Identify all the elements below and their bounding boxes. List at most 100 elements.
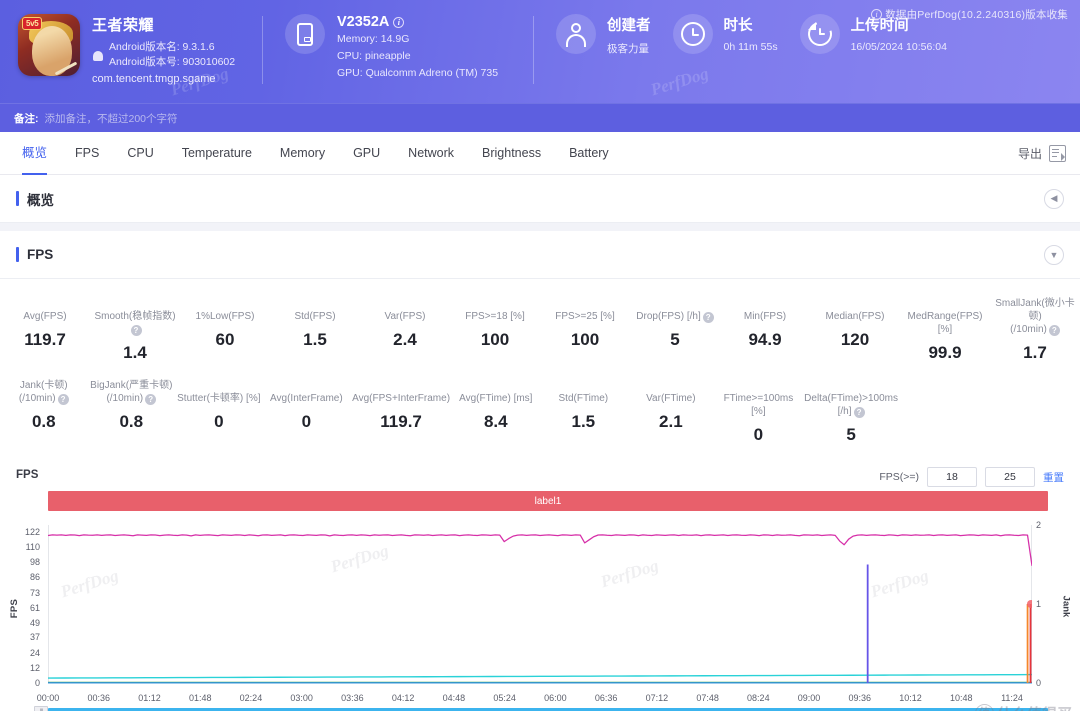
android-icon bbox=[92, 49, 104, 61]
metric-label: Avg(FPS) bbox=[23, 311, 67, 322]
metric-cell: Min(FPS) 94.9 bbox=[720, 291, 810, 373]
metric-label: FPS>=25 [%] bbox=[555, 311, 615, 322]
metric-label: Std(FTime) bbox=[558, 393, 609, 404]
fps-threshold-label: FPS(>=) bbox=[879, 471, 919, 483]
package-name: com.tencent.tmgp.sgame bbox=[92, 73, 216, 85]
duration-block: 时长 0h 11m 55s bbox=[651, 0, 778, 54]
collapse-overview-button[interactable]: ◀ bbox=[1044, 188, 1064, 209]
x-axis-ticks: 00:00 00:36 01:12 01:48 02:24 03:00 03:36 04:12… bbox=[37, 689, 1048, 705]
x-tick-label: 10:48 bbox=[949, 693, 973, 703]
export-button[interactable]: 导出 bbox=[1018, 132, 1066, 174]
upload-time-value: 16/05/2024 10:56:04 bbox=[850, 41, 947, 53]
tab-cpu[interactable]: CPU bbox=[113, 132, 167, 174]
fps-threshold-low-input[interactable] bbox=[927, 467, 977, 487]
fps-section-header: FPS ▼ bbox=[0, 231, 1080, 279]
help-icon[interactable]: ? bbox=[57, 394, 69, 405]
game-title: 王者荣耀 bbox=[92, 17, 155, 34]
reset-button[interactable]: 重置 bbox=[1043, 470, 1064, 485]
metric-label: BigJank(严重卡顿) (/10min)? bbox=[90, 380, 173, 405]
y-tick-label: 49 bbox=[29, 617, 40, 628]
scrollbar-grip[interactable]: ||| bbox=[34, 706, 48, 711]
y2-tick-label: 2 bbox=[1036, 520, 1042, 530]
metric-label: Jank(卡顿) (/10min)? bbox=[18, 380, 69, 405]
metrics-row-1: Avg(FPS) 119.7 Smooth(稳帧指数)? 1.4 1%Low(FPS) 6… bbox=[0, 291, 1080, 373]
export-label: 导出 bbox=[1017, 146, 1042, 161]
creator-block: 创建者 极客力量 bbox=[534, 0, 651, 56]
overview-section-title: 概览 bbox=[27, 192, 54, 208]
tab-temperature[interactable]: Temperature bbox=[168, 132, 266, 174]
x-tick-label: 06:00 bbox=[544, 693, 567, 703]
metric-label: Smooth(稳帧指数)? bbox=[94, 311, 176, 336]
metric-value: 120 bbox=[840, 330, 870, 349]
metric-cell: Drop(FPS) [/h]? 5 bbox=[630, 291, 720, 373]
watermark: PerfDog bbox=[648, 63, 711, 100]
metric-cell: FTime>=100ms [%] 0 bbox=[715, 373, 803, 455]
tab-gpu[interactable]: GPU bbox=[339, 132, 394, 174]
x-tick-label: 09:00 bbox=[797, 693, 821, 703]
help-icon[interactable]: ? bbox=[853, 407, 865, 418]
metric-cell: BigJank(严重卡顿) (/10min)? 0.8 bbox=[88, 373, 176, 455]
game-info-block: 5v5 王者荣耀 Android版本名: 9.3.1.6 Android版本号:… bbox=[0, 0, 262, 85]
y-tick-label: 98 bbox=[29, 557, 40, 568]
metric-cell: Var(FTime) 2.1 bbox=[627, 373, 715, 455]
chart-title: FPS bbox=[16, 469, 39, 481]
metric-label: Delta(FTime)>100ms [/h]? bbox=[804, 393, 898, 418]
metric-cell: MedRange(FPS)[%] 99.9 bbox=[900, 291, 990, 373]
fps-threshold-high-input[interactable] bbox=[985, 467, 1035, 487]
y2-tick-label: 0 bbox=[1036, 678, 1042, 688]
user-icon bbox=[556, 14, 596, 54]
metric-value: 2.4 bbox=[393, 330, 417, 349]
notes-input-placeholder[interactable]: 添加备注，不超过200个字符 bbox=[45, 111, 178, 126]
metric-label: Median(FPS) bbox=[825, 311, 885, 322]
tab-fps[interactable]: FPS bbox=[61, 132, 113, 174]
help-icon[interactable]: ? bbox=[702, 312, 714, 323]
android-version-name: Android版本名: 9.3.1.6 bbox=[109, 41, 215, 53]
metric-value: 119.7 bbox=[24, 330, 66, 349]
scene-label-bar[interactable]: label1 bbox=[48, 491, 1048, 511]
tab-battery[interactable]: Battery bbox=[555, 132, 623, 174]
notes-bar[interactable]: 备注: 添加备注，不超过200个字符 bbox=[0, 103, 1080, 132]
chart-canvas[interactable] bbox=[48, 519, 1032, 689]
collapse-fps-button[interactable]: ▼ bbox=[1044, 244, 1064, 265]
help-icon[interactable]: ? bbox=[1048, 325, 1060, 336]
x-tick-label: 01:48 bbox=[188, 693, 212, 703]
fps-section-title: FPS bbox=[27, 247, 54, 262]
x-tick-label: 11:24 bbox=[1001, 693, 1023, 703]
chart-horizontal-scrollbar[interactable]: ||| bbox=[34, 706, 1048, 711]
tab-overview[interactable]: 概览 bbox=[8, 132, 61, 175]
y-tick-label: 37 bbox=[29, 632, 40, 643]
device-info-icon[interactable]: i bbox=[393, 16, 405, 28]
metric-value: 1.5 bbox=[303, 330, 327, 349]
metric-label: Min(FPS) bbox=[743, 311, 787, 322]
help-icon[interactable]: ? bbox=[145, 394, 157, 405]
export-icon bbox=[1049, 144, 1066, 162]
metric-value: 0.8 bbox=[31, 412, 56, 431]
y-tick-label: 122 bbox=[24, 527, 40, 538]
metric-cell: Var(FPS) 2.4 bbox=[360, 291, 450, 373]
x-tick-label: 02:24 bbox=[239, 693, 263, 703]
tab-network[interactable]: Network bbox=[394, 132, 468, 174]
metric-value: 1.4 bbox=[123, 343, 147, 362]
metric-label: Drop(FPS) [/h]? bbox=[632, 297, 718, 323]
metric-value: 100 bbox=[570, 330, 600, 349]
x-tick-label: 05:24 bbox=[493, 693, 516, 703]
metric-value: 0 bbox=[214, 412, 224, 431]
tab-brightness[interactable]: Brightness bbox=[468, 132, 555, 174]
metric-cell: Std(FTime) 1.5 bbox=[540, 373, 628, 455]
metric-cell: Avg(InterFrame) 0 bbox=[263, 373, 351, 455]
metric-cell: FPS>=25 [%] 100 bbox=[540, 291, 630, 373]
y-tick-label: 110 bbox=[25, 542, 40, 553]
tab-memory[interactable]: Memory bbox=[266, 132, 339, 174]
x-tick-label: 04:48 bbox=[442, 693, 466, 703]
duration-title: 时长 bbox=[723, 18, 753, 34]
phone-icon bbox=[285, 14, 325, 54]
x-tick-label: 10:12 bbox=[899, 693, 922, 703]
help-icon[interactable]: ? bbox=[130, 325, 142, 336]
metric-value: 94.9 bbox=[748, 330, 782, 349]
x-tick-label: 07:12 bbox=[645, 693, 669, 703]
metric-cell: 1%Low(FPS) 60 bbox=[180, 291, 270, 373]
fps-chart-card: FPS FPS(>=) 重置 label1 FPS Jank 012243749… bbox=[0, 461, 1080, 711]
device-memory: Memory: 14.9G bbox=[337, 33, 410, 45]
metric-value: 119.7 bbox=[380, 412, 422, 431]
duration-value: 0h 11m 55s bbox=[723, 41, 778, 53]
